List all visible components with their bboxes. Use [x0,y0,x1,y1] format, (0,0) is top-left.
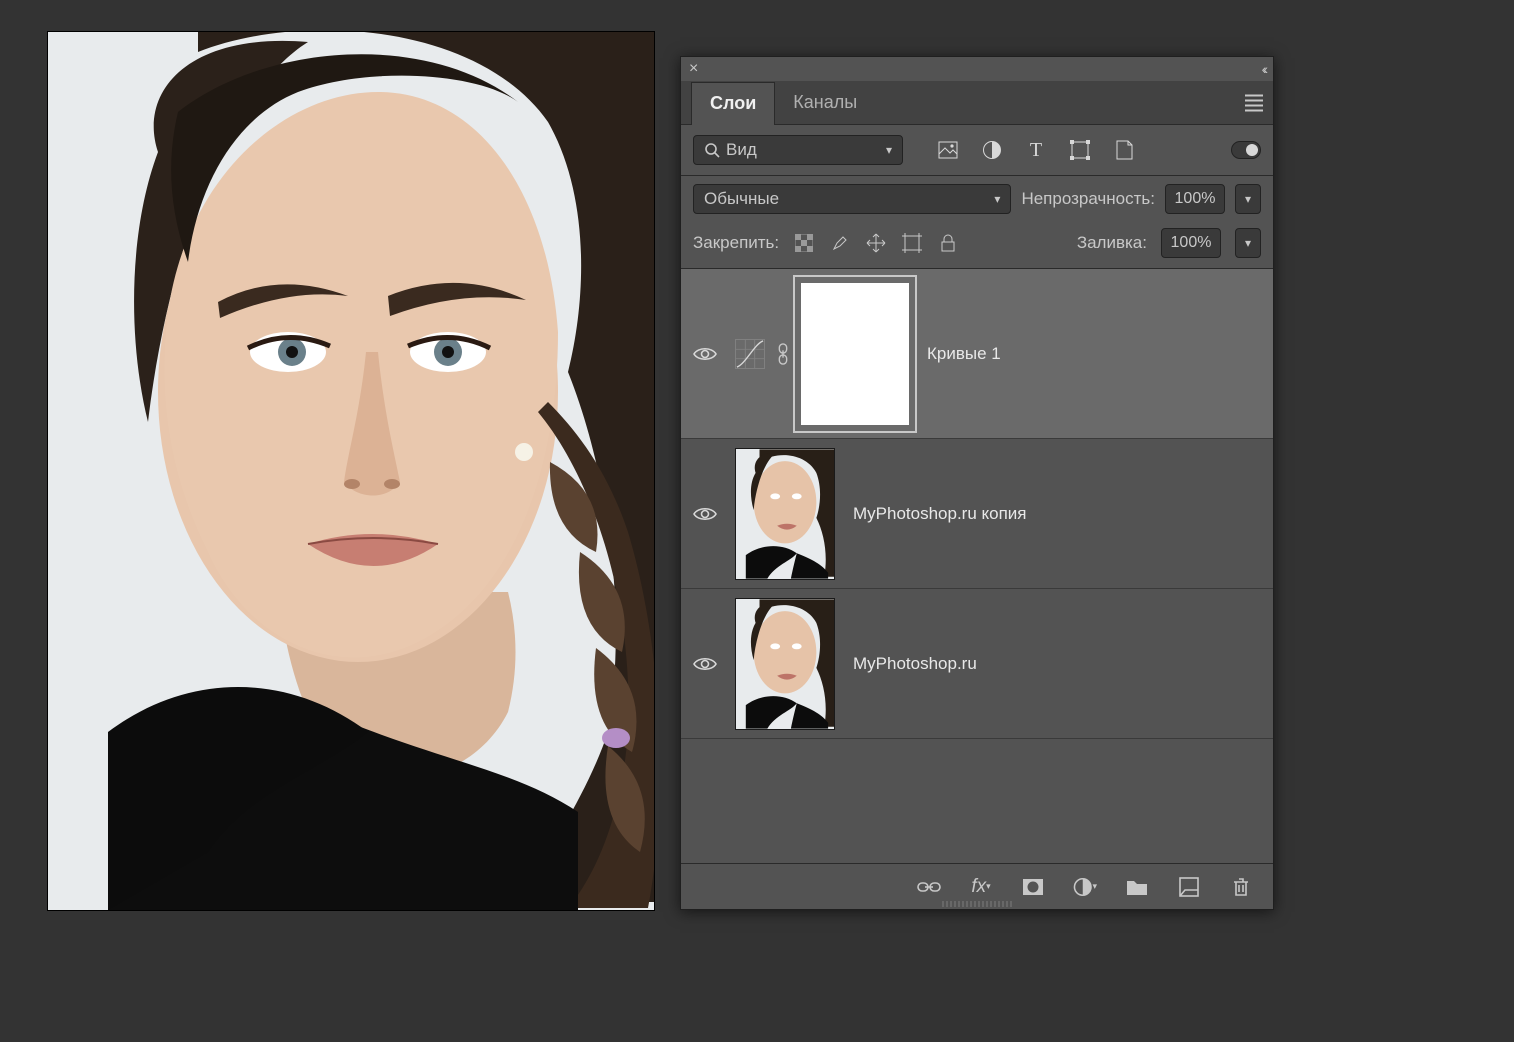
panel-menu-icon[interactable] [1245,94,1263,111]
chevron-down-icon: ▾ [994,192,1000,206]
layer-row[interactable]: MyPhotoshop.ru [681,589,1273,739]
opacity-chevron[interactable]: ▾ [1235,184,1261,214]
link-layers-icon[interactable] [917,875,941,899]
eye-icon [693,656,717,672]
chevron-down-icon: ▾ [1245,236,1251,250]
layers-panel: × ‹‹ Слои Каналы Вид ▾ T Обычные ▾ Непро [680,56,1274,910]
delete-layer-icon[interactable] [1229,875,1253,899]
tab-channels[interactable]: Каналы [775,81,875,124]
fill-chevron[interactable]: ▾ [1235,228,1261,258]
tab-label: Каналы [793,92,857,113]
search-icon [704,142,720,158]
resize-grip[interactable] [942,901,1012,907]
filter-kind-label: Вид [726,140,757,160]
lock-brush-icon[interactable] [829,232,851,254]
chevron-down-icon: ▾ [886,143,892,157]
layer-filter-row: Вид ▾ T [681,125,1273,176]
layer-mask-thumbnail[interactable] [801,283,909,425]
add-mask-icon[interactable] [1021,875,1045,899]
opacity-value[interactable]: 100% [1165,184,1225,214]
panel-titlebar: × ‹‹ [681,57,1273,81]
tab-layers[interactable]: Слои [691,82,775,125]
fill-label: Заливка: [1077,233,1147,253]
layer-name[interactable]: MyPhotoshop.ru [853,654,977,674]
chevron-down-icon: ▾ [1245,192,1251,206]
panel-tabs: Слои Каналы [681,81,1273,125]
layer-row[interactable]: MyPhotoshop.ru копия [681,439,1273,589]
link-icon [775,343,791,365]
lock-artboard-icon[interactable] [901,232,923,254]
curves-adjustment-icon [735,339,765,369]
new-layer-icon[interactable] [1177,875,1201,899]
layer-name[interactable]: Кривые 1 [927,344,1001,364]
lock-all-icon[interactable] [937,232,959,254]
new-group-icon[interactable] [1125,875,1149,899]
filter-adjustment-icon[interactable] [981,139,1003,161]
filter-kind-select[interactable]: Вид ▾ [693,135,903,165]
layer-thumbnail[interactable] [735,598,835,730]
portrait-image [48,32,654,910]
visibility-toggle[interactable] [681,506,729,522]
lock-fill-row: Закрепить: Заливка: 100% ▾ [681,222,1273,269]
filter-smartobject-icon[interactable] [1113,139,1135,161]
new-adjustment-icon[interactable]: ▾ [1073,875,1097,899]
blend-opacity-row: Обычные ▾ Непрозрачность: 100% ▾ [681,176,1273,222]
collapse-icon[interactable]: ‹‹ [1262,61,1265,77]
layers-bottom-bar: fx▾ ▾ [681,863,1273,909]
filter-image-icon[interactable] [937,139,959,161]
tab-label: Слои [710,93,756,114]
lock-move-icon[interactable] [865,232,887,254]
fill-value[interactable]: 100% [1161,228,1221,258]
layer-name[interactable]: MyPhotoshop.ru копия [853,504,1027,524]
layer-thumbnail[interactable] [735,448,835,580]
visibility-toggle[interactable] [681,346,729,362]
filter-type-icon[interactable]: T [1025,139,1047,161]
layer-list: Кривые 1 MyPhotoshop.ru копия [681,269,1273,863]
opacity-label: Непрозрачность: [1021,189,1155,209]
blend-mode-select[interactable]: Обычные ▾ [693,184,1011,214]
layer-row[interactable]: Кривые 1 [681,269,1273,439]
close-icon[interactable]: × [689,60,698,78]
lock-transparency-icon[interactable] [793,232,815,254]
filter-shape-icon[interactable] [1069,139,1091,161]
fx-icon[interactable]: fx▾ [969,875,993,899]
blend-mode-value: Обычные [704,189,779,209]
visibility-toggle[interactable] [681,656,729,672]
eye-icon [693,346,717,362]
filter-toggle[interactable] [1231,141,1261,159]
lock-label: Закрепить: [693,233,779,253]
eye-icon [693,506,717,522]
document-canvas[interactable] [48,32,654,910]
